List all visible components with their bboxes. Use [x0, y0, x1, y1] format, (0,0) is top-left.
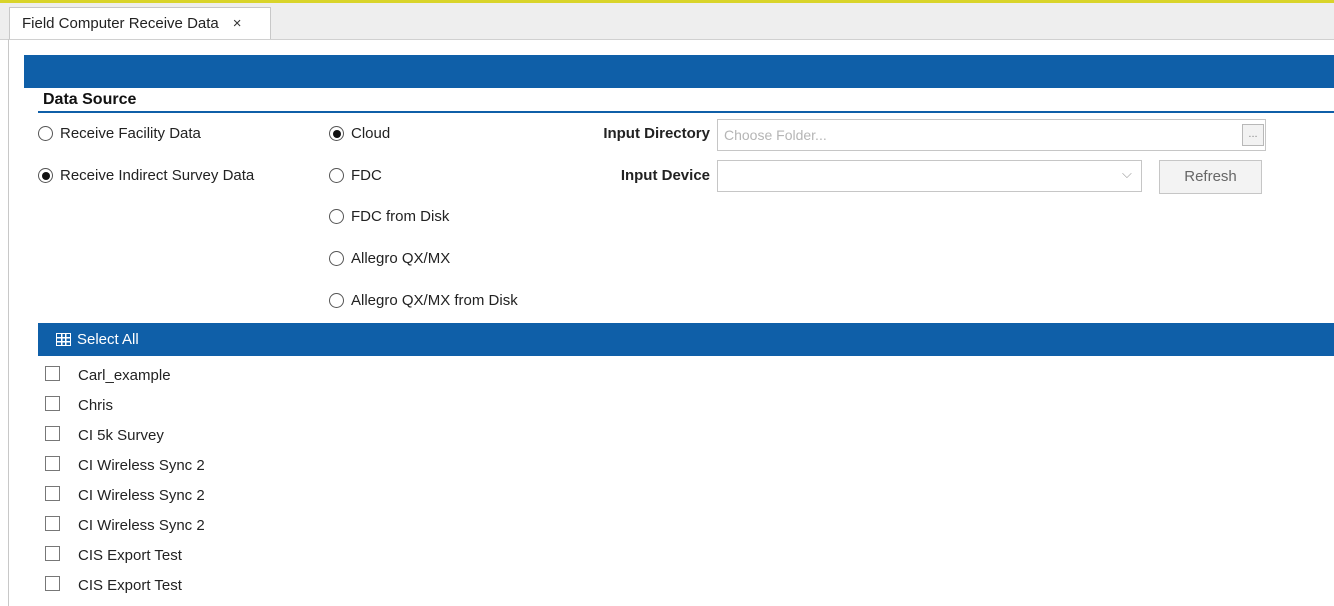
select-all-button[interactable]: Select All [38, 323, 1334, 356]
radio-circle [329, 168, 344, 183]
radio-circle [38, 126, 53, 141]
input-directory-label: Input Directory [603, 125, 710, 142]
list-item[interactable]: Chris [45, 390, 205, 420]
list-item-label: CI Wireless Sync 2 [78, 456, 205, 474]
radio-circle [329, 251, 344, 266]
list-item-label: CI Wireless Sync 2 [78, 516, 205, 534]
radio-circle-selected [38, 168, 53, 183]
checkbox[interactable] [45, 456, 60, 471]
list-item[interactable]: CIS Export Test [45, 540, 205, 570]
input-directory-field[interactable]: Choose Folder... [717, 119, 1266, 151]
chevron-down-icon[interactable]: ⌵ [1122, 166, 1132, 182]
checkbox[interactable] [45, 366, 60, 381]
list-item[interactable]: CI 5k Survey [45, 420, 205, 450]
input-device-label: Input Device [620, 167, 710, 184]
radio-label: Cloud [351, 125, 391, 142]
radio-source-fdc-from-disk[interactable]: FDC from Disk [329, 208, 449, 225]
list-item-label: CI 5k Survey [78, 426, 164, 444]
radio-label: FDC [351, 167, 382, 184]
list-item[interactable]: Carl_example [45, 360, 205, 390]
list-item[interactable]: CIS Export Test [45, 570, 205, 600]
checkbox[interactable] [45, 546, 60, 561]
refresh-button[interactable]: Refresh [1159, 160, 1262, 194]
list-item-label: Carl_example [78, 366, 171, 384]
radio-source-cloud[interactable]: Cloud [329, 125, 390, 142]
checkbox[interactable] [45, 576, 60, 591]
radio-receive-facility-data[interactable]: Receive Facility Data [38, 125, 201, 142]
panel-header-bar [24, 55, 1334, 88]
radio-label: Receive Indirect Survey Data [60, 167, 255, 184]
browse-folder-button[interactable]: ... [1242, 124, 1264, 146]
list-item[interactable]: CI Wireless Sync 2 [45, 510, 205, 540]
panel-left-border [8, 39, 9, 606]
tab-close-icon[interactable]: × [233, 15, 242, 32]
list-item-label: CIS Export Test [78, 576, 182, 594]
checkbox[interactable] [45, 486, 60, 501]
list-item[interactable]: CI Wireless Sync 2 [45, 480, 205, 510]
radio-source-allegro[interactable]: Allegro QX/MX [329, 250, 450, 267]
radio-circle [329, 209, 344, 224]
table-grid-icon [56, 333, 71, 346]
checkbox[interactable] [45, 516, 60, 531]
input-directory-placeholder: Choose Folder... [724, 127, 827, 143]
list-item-label: CI Wireless Sync 2 [78, 486, 205, 504]
radio-receive-indirect-survey-data[interactable]: Receive Indirect Survey Data [38, 167, 254, 184]
tab-field-computer-receive-data[interactable]: Field Computer Receive Data × [9, 7, 271, 39]
input-device-select[interactable] [717, 160, 1142, 192]
select-all-label: Select All [77, 331, 139, 348]
radio-label: Receive Facility Data [60, 125, 201, 142]
radio-label: FDC from Disk [351, 208, 450, 225]
radio-circle [329, 293, 344, 308]
list-item[interactable]: CI Wireless Sync 2 [45, 450, 205, 480]
checkbox[interactable] [45, 396, 60, 411]
checkbox[interactable] [45, 426, 60, 441]
list-item-label: Chris [78, 396, 114, 414]
radio-source-fdc[interactable]: FDC [329, 167, 382, 184]
radio-source-allegro-from-disk[interactable]: Allegro QX/MX from Disk [329, 292, 518, 309]
radio-label: Allegro QX/MX from Disk [351, 292, 518, 309]
list-item-label: CIS Export Test [78, 546, 182, 564]
tab-bar: Field Computer Receive Data × [0, 3, 1334, 40]
radio-label: Allegro QX/MX [351, 250, 451, 267]
tab-title: Field Computer Receive Data [22, 15, 219, 32]
radio-circle-selected [329, 126, 344, 141]
section-title-data-source: Data Source [38, 89, 1334, 113]
survey-list: Carl_example Chris CI 5k Survey CI Wirel… [45, 360, 205, 600]
